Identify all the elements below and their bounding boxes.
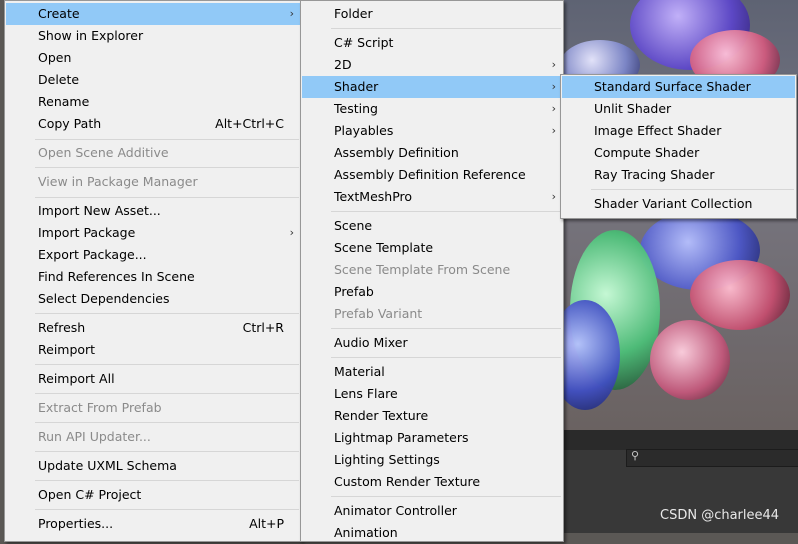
chevron-right-icon: › xyxy=(551,124,556,137)
menu-item-update-uxml-schema[interactable]: Update UXML Schema xyxy=(6,455,300,477)
menu-item-copy-path[interactable]: Copy Path Alt+Ctrl+C xyxy=(6,113,300,135)
menu-item-csharp-script[interactable]: C# Script xyxy=(302,32,562,54)
menu-item-assembly-definition[interactable]: Assembly Definition xyxy=(302,142,562,164)
menu-item-material[interactable]: Material xyxy=(302,361,562,383)
menu-item-refresh[interactable]: Refresh Ctrl+R xyxy=(6,317,300,339)
shortcut-label: Ctrl+R xyxy=(242,320,284,335)
menu-item-animation[interactable]: Animation xyxy=(302,522,562,544)
menu-item-image-effect-shader[interactable]: Image Effect Shader xyxy=(562,120,795,142)
chevron-right-icon: › xyxy=(551,80,556,93)
menu-item-select-dependencies[interactable]: Select Dependencies xyxy=(6,288,300,310)
menu-item-shader[interactable]: Shader › xyxy=(302,76,562,98)
chevron-right-icon: › xyxy=(551,58,556,71)
menu-item-prefab[interactable]: Prefab xyxy=(302,281,562,303)
menu-item-reimport[interactable]: Reimport xyxy=(6,339,300,361)
menu-item-reimport-all[interactable]: Reimport All xyxy=(6,368,300,390)
menu-separator xyxy=(591,189,794,190)
menu-item-textmeshpro[interactable]: TextMeshPro › xyxy=(302,186,562,208)
menu-item-show-in-explorer[interactable]: Show in Explorer xyxy=(6,25,300,47)
menu-item-animator-controller[interactable]: Animator Controller xyxy=(302,500,562,522)
menu-item-compute-shader[interactable]: Compute Shader xyxy=(562,142,795,164)
menu-item-lens-flare[interactable]: Lens Flare xyxy=(302,383,562,405)
menu-item-open-scene-additive: Open Scene Additive xyxy=(38,145,169,160)
shader-submenu: Standard Surface Shader Unlit Shader Ima… xyxy=(560,74,797,219)
chevron-right-icon: › xyxy=(551,102,556,115)
menu-item-view-in-package-manager: View in Package Manager xyxy=(38,174,198,189)
menu-item-testing[interactable]: Testing › xyxy=(302,98,562,120)
menu-item-open[interactable]: Open xyxy=(6,47,300,69)
menu-item-delete[interactable]: Delete xyxy=(6,69,300,91)
menu-separator xyxy=(35,313,299,314)
menu-item-2d[interactable]: 2D › xyxy=(302,54,562,76)
menu-separator xyxy=(35,393,299,394)
menu-separator xyxy=(35,197,299,198)
menu-item-create[interactable]: Create › xyxy=(6,3,300,25)
menu-item-properties[interactable]: Properties... Alt+P xyxy=(6,513,300,535)
menu-separator xyxy=(331,496,561,497)
scene-bottom-bar xyxy=(540,430,798,450)
menu-separator xyxy=(35,509,299,510)
menu-separator xyxy=(35,364,299,365)
menu-item-open-csharp-project[interactable]: Open C# Project xyxy=(6,484,300,506)
menu-separator xyxy=(331,357,561,358)
menu-item-scene-template-from-scene: Scene Template From Scene xyxy=(334,262,511,277)
menu-separator xyxy=(35,451,299,452)
menu-separator xyxy=(35,422,299,423)
scene-blob xyxy=(690,260,790,330)
menu-item-find-references[interactable]: Find References In Scene xyxy=(6,266,300,288)
menu-item-lightmap-parameters[interactable]: Lightmap Parameters xyxy=(302,427,562,449)
menu-item-shader-variant-collection[interactable]: Shader Variant Collection xyxy=(562,193,795,215)
chevron-right-icon: › xyxy=(289,226,294,239)
menu-item-lighting-settings[interactable]: Lighting Settings xyxy=(302,449,562,471)
menu-item-unlit-shader[interactable]: Unlit Shader xyxy=(562,98,795,120)
menu-item-scene[interactable]: Scene xyxy=(302,215,562,237)
menu-item-export-package[interactable]: Export Package... xyxy=(6,244,300,266)
watermark: CSDN @charlee44 xyxy=(660,508,780,523)
shortcut-label: Alt+Ctrl+C xyxy=(215,116,284,131)
menu-separator xyxy=(331,211,561,212)
menu-item-import-package[interactable]: Import Package › xyxy=(6,222,300,244)
menu-separator xyxy=(331,328,561,329)
menu-item-run-api-updater: Run API Updater... xyxy=(38,429,151,444)
menu-separator xyxy=(35,139,299,140)
scene-blob xyxy=(650,320,730,400)
menu-item-render-texture[interactable]: Render Texture xyxy=(302,405,562,427)
shortcut-label: Alt+P xyxy=(249,516,284,531)
menu-item-folder[interactable]: Folder xyxy=(302,3,562,25)
chevron-right-icon: › xyxy=(551,190,556,203)
chevron-right-icon: › xyxy=(289,7,294,20)
menu-item-audio-mixer[interactable]: Audio Mixer xyxy=(302,332,562,354)
menu-item-assembly-definition-reference[interactable]: Assembly Definition Reference xyxy=(302,164,562,186)
context-menu: Create › Show in Explorer Open Delete Ren… xyxy=(4,0,302,542)
menu-item-scene-template[interactable]: Scene Template xyxy=(302,237,562,259)
menu-separator xyxy=(35,167,299,168)
search-input[interactable]: ⚲ xyxy=(626,449,798,467)
menu-separator xyxy=(35,480,299,481)
create-submenu: Folder C# Script 2D › Shader › Testing › Pl… xyxy=(300,0,564,542)
menu-item-custom-render-texture[interactable]: Custom Render Texture xyxy=(302,471,562,493)
menu-item-standard-surface-shader[interactable]: Standard Surface Shader xyxy=(562,76,795,98)
search-icon: ⚲ xyxy=(631,449,640,462)
menu-item-playables[interactable]: Playables › xyxy=(302,120,562,142)
menu-item-prefab-variant: Prefab Variant xyxy=(334,306,423,321)
menu-item-extract-from-prefab: Extract From Prefab xyxy=(38,400,162,415)
menu-separator xyxy=(331,28,561,29)
menu-item-ray-tracing-shader[interactable]: Ray Tracing Shader xyxy=(562,164,795,186)
menu-item-rename[interactable]: Rename xyxy=(6,91,300,113)
menu-item-import-new-asset[interactable]: Import New Asset... xyxy=(6,200,300,222)
